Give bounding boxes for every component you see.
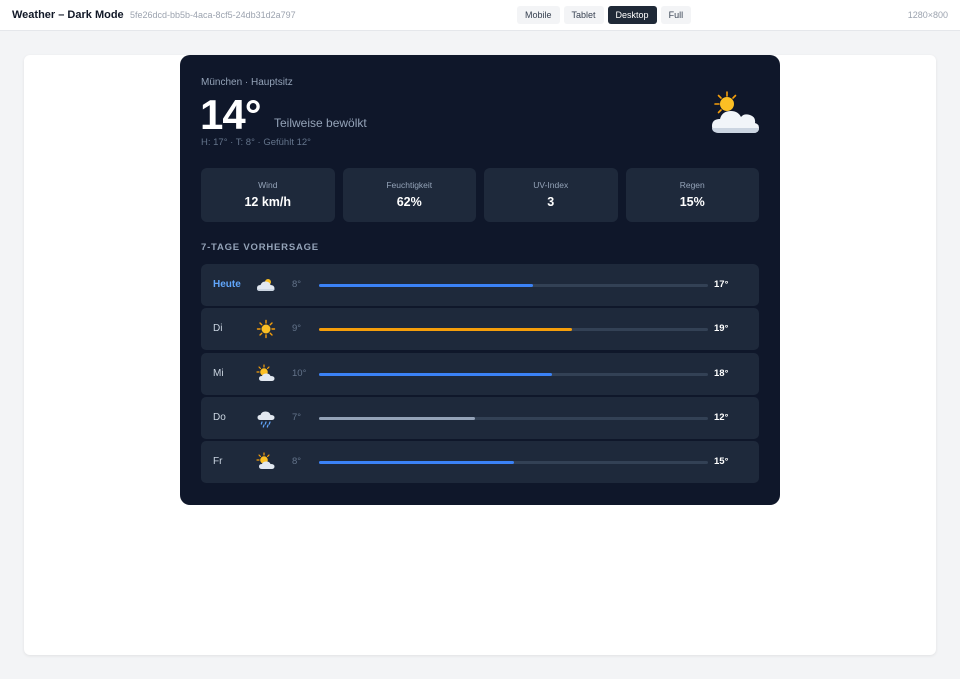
high-temperature: 18°: [714, 367, 729, 379]
stat-humidity: Feuchtigkeit 62%: [342, 168, 476, 222]
stat-label: Regen: [679, 180, 705, 190]
forecast-row[interactable]: Di 9° 19°: [201, 308, 759, 351]
tab-desktop[interactable]: Desktop: [607, 6, 657, 24]
high-temperature: 12°: [714, 411, 729, 423]
app-title: Weather – Dark Mode: [12, 9, 124, 21]
viewport-tabs: Mobile Tablet Desktop Full: [517, 6, 692, 24]
rain-cloud-icon: [257, 411, 275, 428]
high-low-feels-like: H: 17° · T: 8° · Gefühlt 12°: [201, 137, 311, 148]
forecast-row[interactable]: Mi 10° 18°: [201, 352, 759, 395]
partly-cloudy-icon: [712, 91, 759, 133]
location-label: München · Hauptsitz: [201, 77, 293, 88]
viewport-dimensions: 1280×800: [907, 10, 948, 20]
day-name: Fr: [213, 456, 223, 468]
forecast-row[interactable]: Heute 8° 17°: [201, 264, 759, 306]
day-name: Di: [213, 323, 223, 335]
stat-rain: Regen 15%: [625, 168, 759, 222]
temperature-range-bar: [319, 372, 553, 376]
weather-stats: Wind 12 km/h Feuchtigkeit 62% UV-Index 3…: [201, 168, 759, 222]
day-name: Heute: [213, 279, 241, 290]
low-temperature: 7°: [292, 411, 302, 423]
high-temperature: 19°: [714, 323, 729, 335]
stat-uv-index: UV-Index 3: [484, 168, 618, 222]
low-temperature: 8°: [292, 456, 302, 468]
forecast-row[interactable]: Fr 8° 15°: [201, 441, 759, 484]
tab-tablet[interactable]: Tablet: [563, 6, 604, 24]
current-temperature: 14°: [200, 91, 262, 138]
stat-label: Feuchtigkeit: [386, 180, 433, 190]
low-temperature: 10°: [292, 367, 307, 379]
high-temperature: 15°: [714, 456, 729, 468]
low-temperature: 9°: [292, 323, 302, 335]
temperature-range-track: [319, 372, 708, 376]
stat-wind: Wind 12 km/h: [201, 168, 335, 222]
stat-label: Wind: [258, 180, 278, 190]
stat-value: 62%: [396, 195, 422, 209]
temperature-range-bar: [319, 461, 514, 465]
tab-mobile[interactable]: Mobile: [517, 6, 560, 24]
forecast-heading: 7-TAGE VORHERSAGE: [201, 242, 319, 253]
top-bar: Weather – Dark Mode 5fe26dcd-bb5b-4aca-8…: [0, 0, 960, 31]
day-name: Do: [213, 411, 226, 423]
sun-cloud-icon: [256, 452, 275, 470]
sun-cloud-icon: [256, 363, 275, 381]
temperature-range-track: [319, 461, 708, 465]
low-temperature: 8°: [292, 279, 302, 290]
temperature-range-track: [319, 328, 708, 332]
high-temperature: 17°: [714, 279, 729, 290]
weather-card: München · Hauptsitz 14° Teilweise bewölk…: [180, 55, 780, 505]
temperature-range-bar: [319, 328, 572, 332]
temperature-range-track: [319, 416, 708, 420]
stat-value: 3: [547, 195, 555, 209]
stat-label: UV-Index: [533, 180, 569, 190]
temperature-range-track: [319, 284, 708, 287]
forecast-list: Heute 8° 17° Di 9° 19° Mi 10° 18° Do 7° …: [201, 264, 759, 485]
stat-value: 12 km/h: [244, 195, 292, 209]
forecast-row[interactable]: Do 7° 12°: [201, 396, 759, 439]
cloudy-icon: [257, 279, 275, 291]
sun-icon: [256, 320, 276, 339]
weather-condition: Teilweise bewölkt: [274, 116, 367, 130]
temperature-range-bar: [319, 416, 475, 420]
day-name: Mi: [213, 367, 224, 379]
document-id: 5fe26dcd-bb5b-4aca-8cf5-24db31d2a797: [130, 10, 296, 20]
temperature-range-bar: [319, 284, 533, 287]
stat-value: 15%: [679, 195, 705, 209]
tab-full[interactable]: Full: [660, 6, 692, 24]
